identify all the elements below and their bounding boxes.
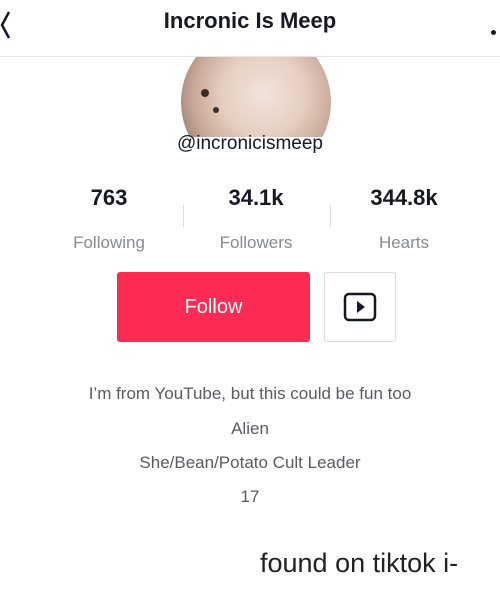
avatar-detail — [213, 107, 219, 113]
username: @incronicismeep — [176, 133, 323, 154]
bio-line: She/Bean/Potato Cult Leader — [139, 453, 361, 472]
profile-header: Incronic Is Meep — [0, 0, 500, 57]
stat-label: Followers — [219, 233, 293, 252]
bio-line: I’m from YouTube, but this could be fun … — [88, 384, 412, 403]
page-title: Incronic Is Meep — [163, 8, 337, 33]
avatar-detail — [201, 89, 209, 97]
stat-following[interactable]: 763 Following — [34, 185, 184, 253]
stat-label: Following — [73, 233, 145, 252]
bio-line: 17 — [240, 487, 260, 506]
stat-value: 34.1k — [228, 185, 284, 210]
stat-followers[interactable]: 34.1k Followers — [181, 185, 331, 253]
more-options-icon[interactable] — [491, 30, 496, 35]
youtube-button[interactable] — [324, 272, 396, 342]
follow-button[interactable]: Follow — [117, 272, 310, 342]
stat-value: 344.8k — [370, 185, 438, 210]
meme-caption: found on tiktok i- — [260, 548, 459, 578]
stat-hearts: 344.8k Hearts — [329, 185, 479, 253]
stat-label: Hearts — [378, 233, 430, 252]
avatar-container — [0, 57, 500, 137]
avatar[interactable] — [181, 57, 331, 137]
stat-value: 763 — [90, 185, 128, 210]
play-icon — [343, 292, 377, 322]
bio-line: Alien — [231, 419, 269, 438]
